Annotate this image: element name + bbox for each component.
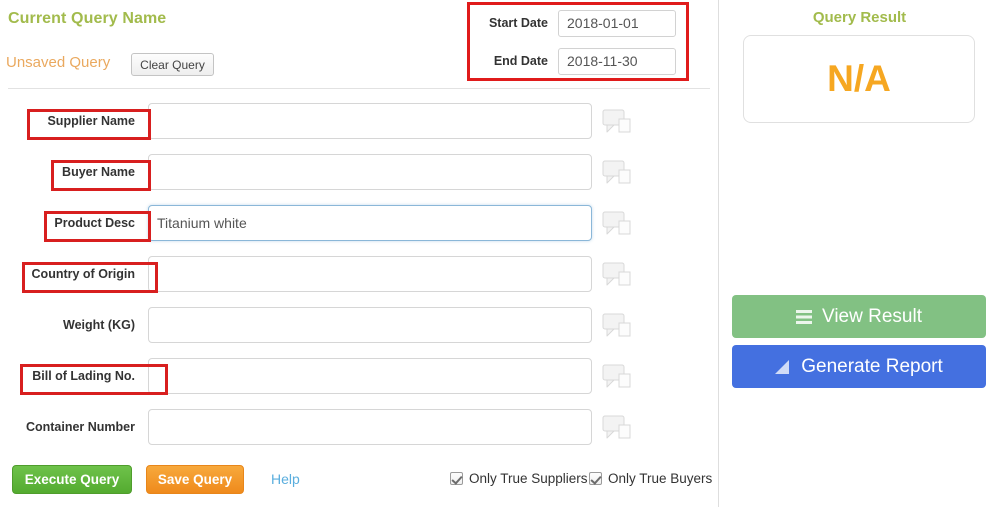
field-input[interactable]: [148, 409, 592, 445]
view-result-button[interactable]: View Result: [732, 295, 986, 338]
checkbox-checked-icon[interactable]: [589, 472, 602, 485]
comment-icon[interactable]: [602, 109, 632, 135]
field-label: Product Desc: [54, 216, 135, 230]
generate-report-button[interactable]: Generate Report: [732, 345, 986, 388]
field-label: Supplier Name: [47, 114, 135, 128]
comment-icon[interactable]: [602, 313, 632, 339]
only-true-buyers-label: Only True Buyers: [608, 471, 713, 486]
start-date-label: Start Date: [488, 16, 548, 30]
form-row: Buyer Name: [0, 152, 718, 192]
page-title: Current Query Name: [8, 10, 167, 27]
form-row: Bill of Lading No.: [0, 356, 718, 396]
query-form-panel: Current Query Name Unsaved Query Clear Q…: [0, 0, 718, 507]
only-true-buyers-checkbox[interactable]: Only True Buyers: [589, 471, 712, 486]
header-divider: [8, 88, 710, 89]
query-result-value: N/A: [827, 58, 891, 99]
generate-report-label: Generate Report: [801, 355, 943, 377]
date-range-group: Start Date End Date: [470, 3, 688, 83]
start-date-input[interactable]: [558, 9, 676, 37]
comment-icon[interactable]: [602, 364, 632, 390]
form-row: Country of Origin: [0, 254, 718, 294]
only-true-suppliers-checkbox[interactable]: Only True Suppliers: [450, 471, 588, 486]
only-true-suppliers-label: Only True Suppliers: [469, 471, 588, 486]
query-result-box: N/A: [743, 35, 975, 123]
form-row: Product Desc: [0, 203, 718, 243]
query-result-panel: Query Result N/A: [719, 0, 1000, 507]
field-input[interactable]: [148, 358, 592, 394]
field-input[interactable]: [148, 154, 592, 190]
help-link[interactable]: Help: [271, 471, 300, 487]
end-date-label: End Date: [493, 54, 548, 68]
view-result-label: View Result: [822, 305, 922, 327]
query-builder-page: Current Query Name Unsaved Query Clear Q…: [0, 0, 1000, 507]
field-input[interactable]: [148, 103, 592, 139]
field-input[interactable]: [148, 205, 592, 241]
start-date-row: Start Date: [470, 9, 688, 37]
field-label: Weight (KG): [63, 318, 135, 332]
query-result-title: Query Result: [812, 9, 907, 26]
field-label: Country of Origin: [31, 267, 135, 281]
end-date-row: End Date: [470, 47, 688, 75]
field-input[interactable]: [148, 256, 592, 292]
end-date-input[interactable]: [558, 47, 676, 75]
checkbox-checked-icon[interactable]: [450, 472, 463, 485]
comment-icon[interactable]: [602, 211, 632, 237]
execute-query-button[interactable]: Execute Query: [12, 465, 132, 494]
form-row: Weight (KG): [0, 305, 718, 345]
save-query-button[interactable]: Save Query: [146, 465, 244, 494]
list-table-icon: [796, 309, 812, 324]
field-label: Container Number: [25, 420, 135, 434]
field-input[interactable]: [148, 307, 592, 343]
comment-icon[interactable]: [602, 415, 632, 441]
query-state-label: Unsaved Query: [6, 54, 111, 71]
comment-icon[interactable]: [602, 160, 632, 186]
clear-query-button[interactable]: Clear Query: [131, 53, 214, 76]
form-row: Supplier Name: [0, 101, 718, 141]
comment-icon[interactable]: [602, 262, 632, 288]
field-label: Buyer Name: [62, 165, 135, 179]
form-row: Container Number: [0, 407, 718, 447]
bar-chart-icon: [775, 359, 791, 374]
field-label: Bill of Lading No.: [32, 369, 135, 383]
